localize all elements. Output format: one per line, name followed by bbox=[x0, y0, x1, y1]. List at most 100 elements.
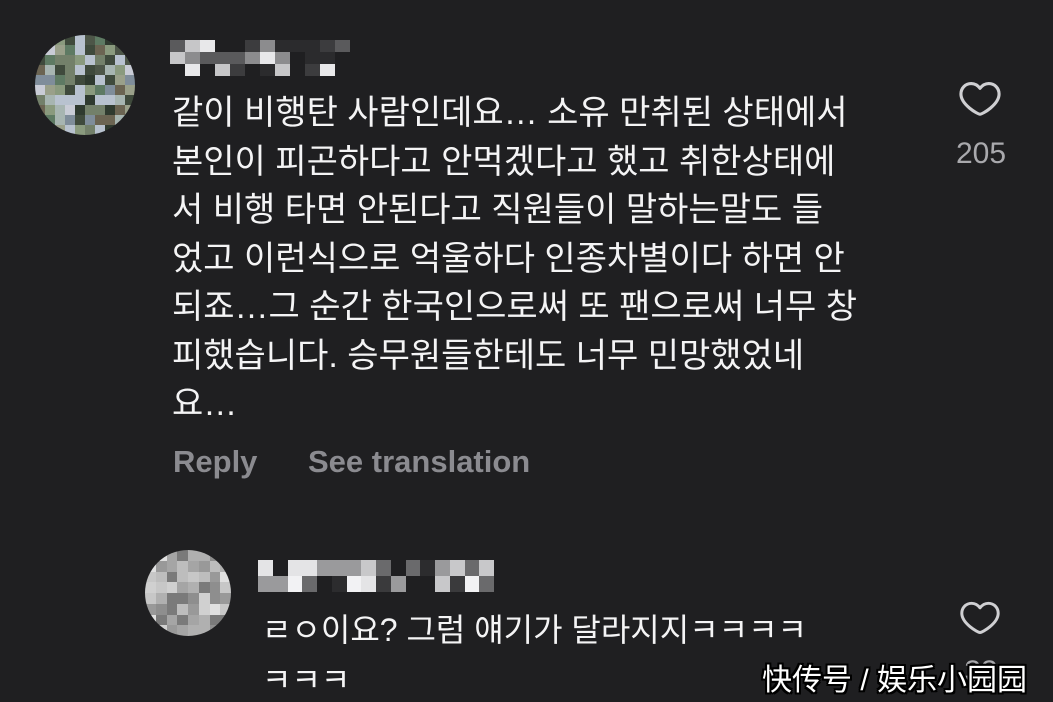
mosaic-cell bbox=[45, 105, 55, 115]
heart-icon bbox=[960, 601, 1000, 635]
mosaic-cell bbox=[320, 64, 335, 76]
like-button[interactable] bbox=[958, 597, 1002, 639]
comment-thread: 같이 비행탄 사람인데요… 소유 만취된 상태에서 본인이 피곤하다고 안먹겠다… bbox=[0, 0, 1053, 702]
mosaic-cell bbox=[215, 64, 230, 76]
mosaic-cell bbox=[55, 45, 65, 55]
mosaic-cell bbox=[75, 115, 85, 125]
mosaic-cell bbox=[105, 85, 115, 95]
mosaic-cell bbox=[215, 52, 230, 64]
mosaic-cell bbox=[105, 105, 115, 115]
comment-text-line: 었고 이런식으로 억울하다 인종차별이다 하면 안 bbox=[172, 239, 845, 278]
mosaic-cell bbox=[75, 85, 85, 95]
mosaic-cell bbox=[35, 65, 45, 75]
mosaic-cell bbox=[45, 95, 55, 105]
heart-icon bbox=[959, 82, 1001, 116]
mosaic-cell bbox=[55, 85, 65, 95]
mosaic-cell bbox=[85, 115, 95, 125]
mosaic-cell bbox=[185, 40, 200, 52]
mosaic-cell bbox=[145, 603, 156, 615]
avatar[interactable] bbox=[145, 550, 231, 636]
mosaic-cell bbox=[105, 65, 115, 75]
mosaic-cell bbox=[245, 40, 260, 52]
reply-button[interactable]: Reply bbox=[173, 442, 257, 482]
mosaic-cell bbox=[125, 45, 135, 55]
mosaic-cell bbox=[125, 105, 135, 115]
mosaic-cell bbox=[95, 85, 105, 95]
mosaic-cell bbox=[209, 625, 221, 636]
mosaic-cell bbox=[220, 550, 231, 561]
mosaic-cell bbox=[105, 115, 115, 125]
mosaic-cell bbox=[245, 64, 260, 76]
mosaic-cell bbox=[75, 35, 85, 45]
mosaic-cell bbox=[290, 40, 305, 52]
comment-text-line: 피했습니다. 승무원들한테도 너무 민망했었네 bbox=[172, 336, 805, 375]
mosaic-cell bbox=[115, 75, 125, 85]
mosaic-cell bbox=[188, 571, 199, 583]
mosaic-cell bbox=[105, 95, 115, 105]
comment-text-line: 요… bbox=[172, 385, 238, 423]
mosaic-cell bbox=[115, 125, 125, 135]
mosaic-cell bbox=[95, 55, 105, 65]
mosaic-cell bbox=[45, 35, 55, 45]
mosaic-cell bbox=[435, 560, 450, 576]
mosaic-cell bbox=[75, 65, 85, 75]
comment-text-line: 본인이 피곤하다고 안먹겠다고 했고 취한상태에 bbox=[172, 142, 836, 181]
mosaic-cell bbox=[65, 75, 75, 85]
mosaic-cell bbox=[45, 65, 55, 75]
mosaic-cell bbox=[209, 560, 221, 572]
mosaic-cell bbox=[35, 95, 45, 105]
mosaic-cell bbox=[95, 95, 105, 105]
mosaic-cell bbox=[209, 582, 221, 593]
avatar[interactable] bbox=[35, 35, 135, 135]
mosaic-cell bbox=[65, 115, 75, 125]
mosaic-cell bbox=[320, 40, 335, 52]
mosaic-cell bbox=[290, 52, 305, 64]
mosaic-cell bbox=[45, 115, 55, 125]
mosaic-cell bbox=[105, 75, 115, 85]
comment-text-line: 같이 비행탄 사람인데요… 소유 만취된 상태에서 bbox=[172, 94, 848, 132]
mosaic-cell bbox=[65, 55, 75, 65]
like-button[interactable] bbox=[957, 77, 1003, 121]
mosaic-cell bbox=[258, 576, 273, 592]
mosaic-cell bbox=[125, 75, 135, 85]
mosaic-cell bbox=[479, 560, 494, 576]
mosaic-cell bbox=[45, 45, 55, 55]
mosaic-cell bbox=[177, 603, 188, 615]
see-translation-button[interactable]: See translation bbox=[308, 442, 530, 482]
mosaic-cell bbox=[177, 550, 188, 561]
mosaic-cell bbox=[105, 125, 115, 135]
mosaic-cell bbox=[35, 55, 45, 65]
mosaic-cell bbox=[390, 560, 406, 576]
username-redacted[interactable] bbox=[258, 560, 494, 592]
mosaic-cell bbox=[188, 625, 199, 636]
mosaic-cell bbox=[95, 45, 105, 55]
mosaic-cell bbox=[85, 85, 95, 95]
mosaic-cell bbox=[220, 614, 231, 626]
mosaic-cell bbox=[85, 65, 95, 75]
mosaic-cell bbox=[230, 64, 245, 76]
mosaic-cell bbox=[420, 576, 435, 592]
mosaic-cell bbox=[335, 52, 350, 64]
mosaic-cell bbox=[85, 125, 95, 135]
mosaic-cell bbox=[75, 45, 85, 55]
mosaic-cell bbox=[302, 560, 317, 576]
mosaic-cell bbox=[85, 45, 95, 55]
mosaic-cell bbox=[115, 105, 125, 115]
mosaic-cell bbox=[75, 95, 85, 105]
mosaic-cell bbox=[145, 550, 156, 561]
mosaic-cell bbox=[45, 85, 55, 95]
mosaic-cell bbox=[361, 576, 376, 592]
mosaic-cell bbox=[95, 65, 105, 75]
mosaic-cell bbox=[331, 576, 347, 592]
mosaic-cell bbox=[155, 550, 167, 561]
mosaic-cell bbox=[155, 593, 167, 604]
mosaic-cell bbox=[420, 560, 435, 576]
username-redacted[interactable] bbox=[170, 40, 350, 76]
mosaic-cell bbox=[55, 95, 65, 105]
mosaic-cell bbox=[220, 625, 231, 636]
mosaic-cell bbox=[198, 625, 210, 636]
mosaic-cell bbox=[188, 593, 199, 604]
mosaic-cell bbox=[166, 571, 178, 583]
mosaic-cell bbox=[346, 560, 362, 576]
mosaic-cell bbox=[55, 125, 65, 135]
